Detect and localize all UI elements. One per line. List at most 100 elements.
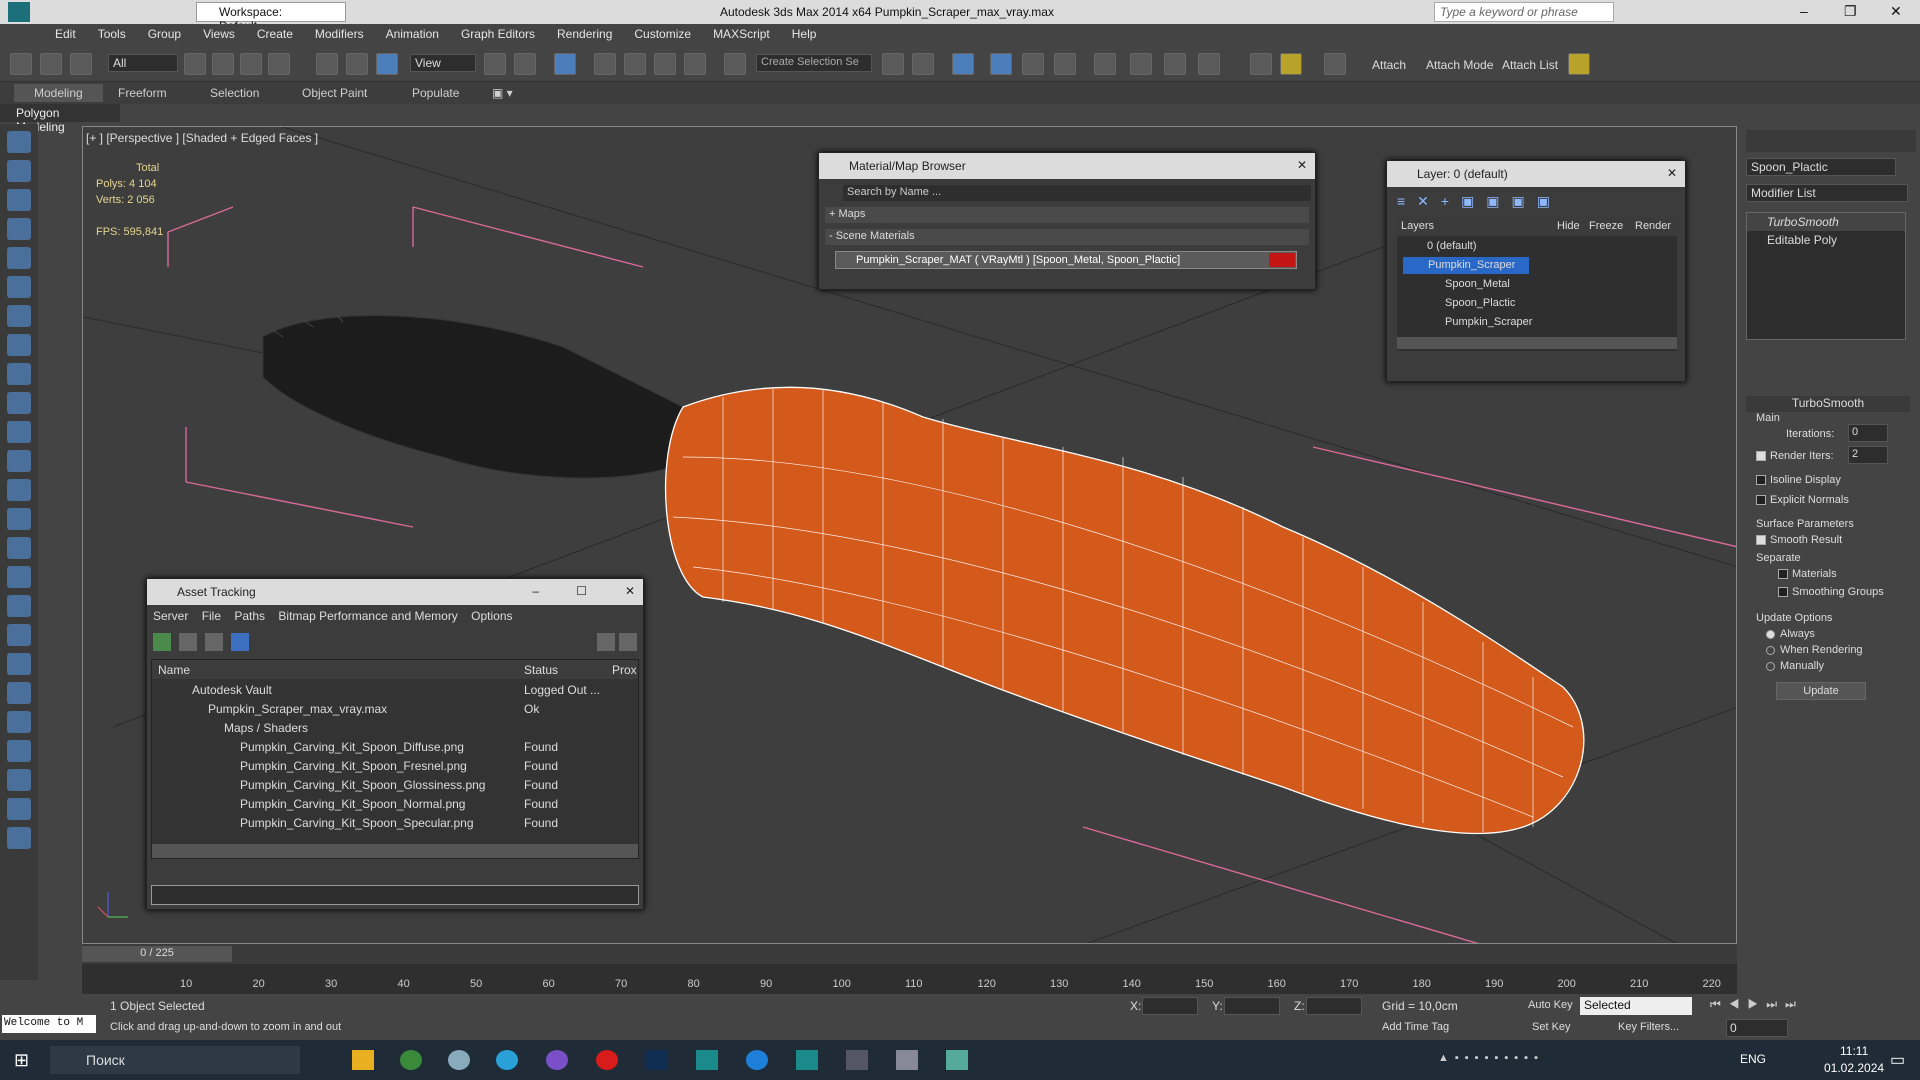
chrome-icon[interactable]	[400, 1050, 422, 1070]
current-frame-field[interactable]: 0	[1726, 1019, 1788, 1037]
clock-time[interactable]: 11:11	[1840, 1044, 1868, 1058]
move-icon[interactable]	[316, 53, 338, 75]
col-layers[interactable]: Layers	[1401, 220, 1434, 232]
tray-icons[interactable]: ▲▪▪▪▪▪▪▪▪▪	[1438, 1052, 1728, 1068]
pivot-center-icon[interactable]	[484, 53, 506, 75]
time-slider[interactable]: 0 / 225	[82, 944, 1737, 964]
update-button[interactable]: Update	[1776, 682, 1866, 700]
smooth-result-checkbox[interactable]	[1756, 535, 1766, 546]
material-browser-close-icon[interactable]: ✕	[1297, 158, 1307, 172]
explicit-normals-row[interactable]: Explicit Normals	[1756, 494, 1849, 506]
app-icon[interactable]	[448, 1050, 470, 1070]
layer-row[interactable]: Spoon_Metal	[1397, 275, 1677, 294]
manually-row[interactable]: Manually	[1766, 660, 1824, 672]
asset-row[interactable]: Pumpkin_Carving_Kit_Spoon_Specular.png Fo…	[152, 813, 638, 832]
materials-checkbox[interactable]	[1778, 569, 1788, 580]
layer-close-icon[interactable]: ✕	[1667, 166, 1677, 180]
isoline-row[interactable]: Isoline Display	[1756, 474, 1841, 486]
asset-row[interactable]: Pumpkin_Carving_Kit_Spoon_Glossiness.png…	[152, 775, 638, 794]
tool-8-icon[interactable]	[7, 334, 31, 356]
menu-graph-editors[interactable]: Graph Editors	[450, 24, 546, 44]
tab-freeform[interactable]: Freeform	[118, 86, 167, 100]
settings-icon[interactable]	[619, 633, 637, 651]
scene-materials-group[interactable]: - Scene Materials	[825, 229, 1309, 245]
maxscript-listener[interactable]: Welcome to M	[2, 1015, 96, 1033]
attach-list-button[interactable]: Attach List	[1502, 58, 1558, 72]
windows-start-icon[interactable]: ⊞	[14, 1050, 29, 1071]
taskbar-app2-icon[interactable]	[946, 1050, 968, 1070]
asset-menu-options[interactable]: Options	[471, 609, 512, 623]
asset-path-field[interactable]	[151, 885, 639, 905]
tool-17-icon[interactable]	[7, 595, 31, 617]
rotate-icon[interactable]	[346, 53, 368, 75]
asset-row[interactable]: Pumpkin_Carving_Kit_Spoon_Fresnel.png Fou…	[152, 756, 638, 775]
task-view-icon[interactable]	[846, 1050, 868, 1070]
asset-menu-paths[interactable]: Paths	[234, 609, 265, 623]
col-render[interactable]: Render	[1635, 220, 1671, 232]
smoothing-groups-checkbox[interactable]	[1778, 587, 1788, 598]
extra-tool-icon[interactable]	[1568, 53, 1590, 75]
isoline-checkbox[interactable]	[1756, 475, 1766, 486]
search-input[interactable]: Type a keyword or phrase	[1434, 2, 1614, 22]
curve-editor-icon[interactable]	[1022, 53, 1044, 75]
select-by-name-icon[interactable]	[212, 53, 234, 75]
render-iters-checkbox[interactable]	[1756, 451, 1766, 462]
render-iters-spinner[interactable]: 2	[1848, 446, 1888, 464]
tab-populate[interactable]: Populate	[412, 86, 459, 100]
tool-11-icon[interactable]	[7, 421, 31, 443]
ribbon-toggle-icon[interactable]	[990, 53, 1012, 75]
materials-row[interactable]: Materials	[1778, 568, 1837, 580]
asset-menu-file[interactable]: File	[202, 609, 221, 623]
menu-edit[interactable]: Edit	[44, 24, 87, 44]
menu-customize[interactable]: Customize	[623, 24, 702, 44]
percent-snap-icon[interactable]	[654, 53, 676, 75]
workspace-dropdown[interactable]: Workspace: Default	[196, 2, 346, 33]
menu-help[interactable]: Help	[781, 24, 828, 44]
vray-magnet-icon[interactable]	[1250, 53, 1272, 75]
asset-row[interactable]: Pumpkin_Carving_Kit_Spoon_Diffuse.png Fou…	[152, 737, 638, 756]
layer-toolbar[interactable]: ≡✕+▣▣▣▣	[1397, 193, 1562, 210]
tool-4-icon[interactable]	[7, 218, 31, 240]
mirror-icon[interactable]	[882, 53, 904, 75]
auto-key-button[interactable]: Auto Key	[1528, 999, 1573, 1011]
x-coordinate-field[interactable]	[1142, 997, 1198, 1015]
iterations-spinner[interactable]: 0	[1848, 424, 1888, 442]
tool-10-icon[interactable]	[7, 392, 31, 414]
help-icon[interactable]	[597, 633, 615, 651]
tool-15-icon[interactable]	[7, 537, 31, 559]
file-explorer-icon[interactable]	[352, 1050, 374, 1070]
z-coordinate-field[interactable]	[1306, 997, 1362, 1015]
3dsmax-active-icon[interactable]	[796, 1050, 818, 1070]
tool-12-icon[interactable]	[7, 450, 31, 472]
object-name-field[interactable]: Spoon_Plactic	[1746, 158, 1896, 176]
always-radio[interactable]	[1766, 629, 1775, 639]
named-selection-sets-dropdown[interactable]: Create Selection Se	[756, 54, 872, 72]
asset-row[interactable]: Autodesk Vault Logged Out ...	[152, 680, 638, 699]
when-rendering-radio[interactable]	[1766, 645, 1775, 655]
table-view-icon[interactable]	[231, 633, 249, 651]
reference-coord-dropdown[interactable]: View	[410, 54, 476, 72]
attach-button[interactable]: Attach	[1372, 58, 1406, 72]
always-row[interactable]: Always	[1766, 628, 1815, 640]
scene-material-item[interactable]: Pumpkin_Scraper_MAT ( VRayMtl ) [Spoon_M…	[835, 251, 1297, 269]
asset-row[interactable]: Pumpkin_Scraper_max_vray.max Ok	[152, 699, 638, 718]
render-iters-row[interactable]: Render Iters:	[1756, 450, 1834, 462]
layer-manager-icon[interactable]	[952, 53, 974, 75]
menu-views[interactable]: Views	[192, 24, 246, 44]
bind-space-warp-icon[interactable]	[70, 53, 92, 75]
asset-col-status[interactable]: Status	[524, 663, 558, 677]
vray-light-icon[interactable]	[1280, 53, 1302, 75]
opera-icon[interactable]	[596, 1050, 618, 1070]
render-production-icon[interactable]	[1198, 53, 1220, 75]
key-filters-button[interactable]: Key Filters...	[1618, 1021, 1679, 1033]
viewport-label[interactable]: [+ ] [Perspective ] [Shaded + Edged Face…	[86, 131, 318, 145]
tool-16-icon[interactable]	[7, 566, 31, 588]
time-slider-thumb[interactable]: 0 / 225	[82, 946, 232, 962]
asset-minimize-icon[interactable]: –	[532, 584, 539, 598]
material-editor-icon[interactable]	[1094, 53, 1116, 75]
material-search-input[interactable]: Search by Name ...	[843, 185, 1311, 201]
turbosmooth-rollout-header[interactable]: TurboSmooth	[1746, 396, 1910, 412]
asset-maximize-icon[interactable]: ☐	[576, 584, 587, 598]
snaps-toggle-icon[interactable]	[594, 53, 616, 75]
asset-menu-bitmap[interactable]: Bitmap Performance and Memory	[278, 609, 457, 623]
